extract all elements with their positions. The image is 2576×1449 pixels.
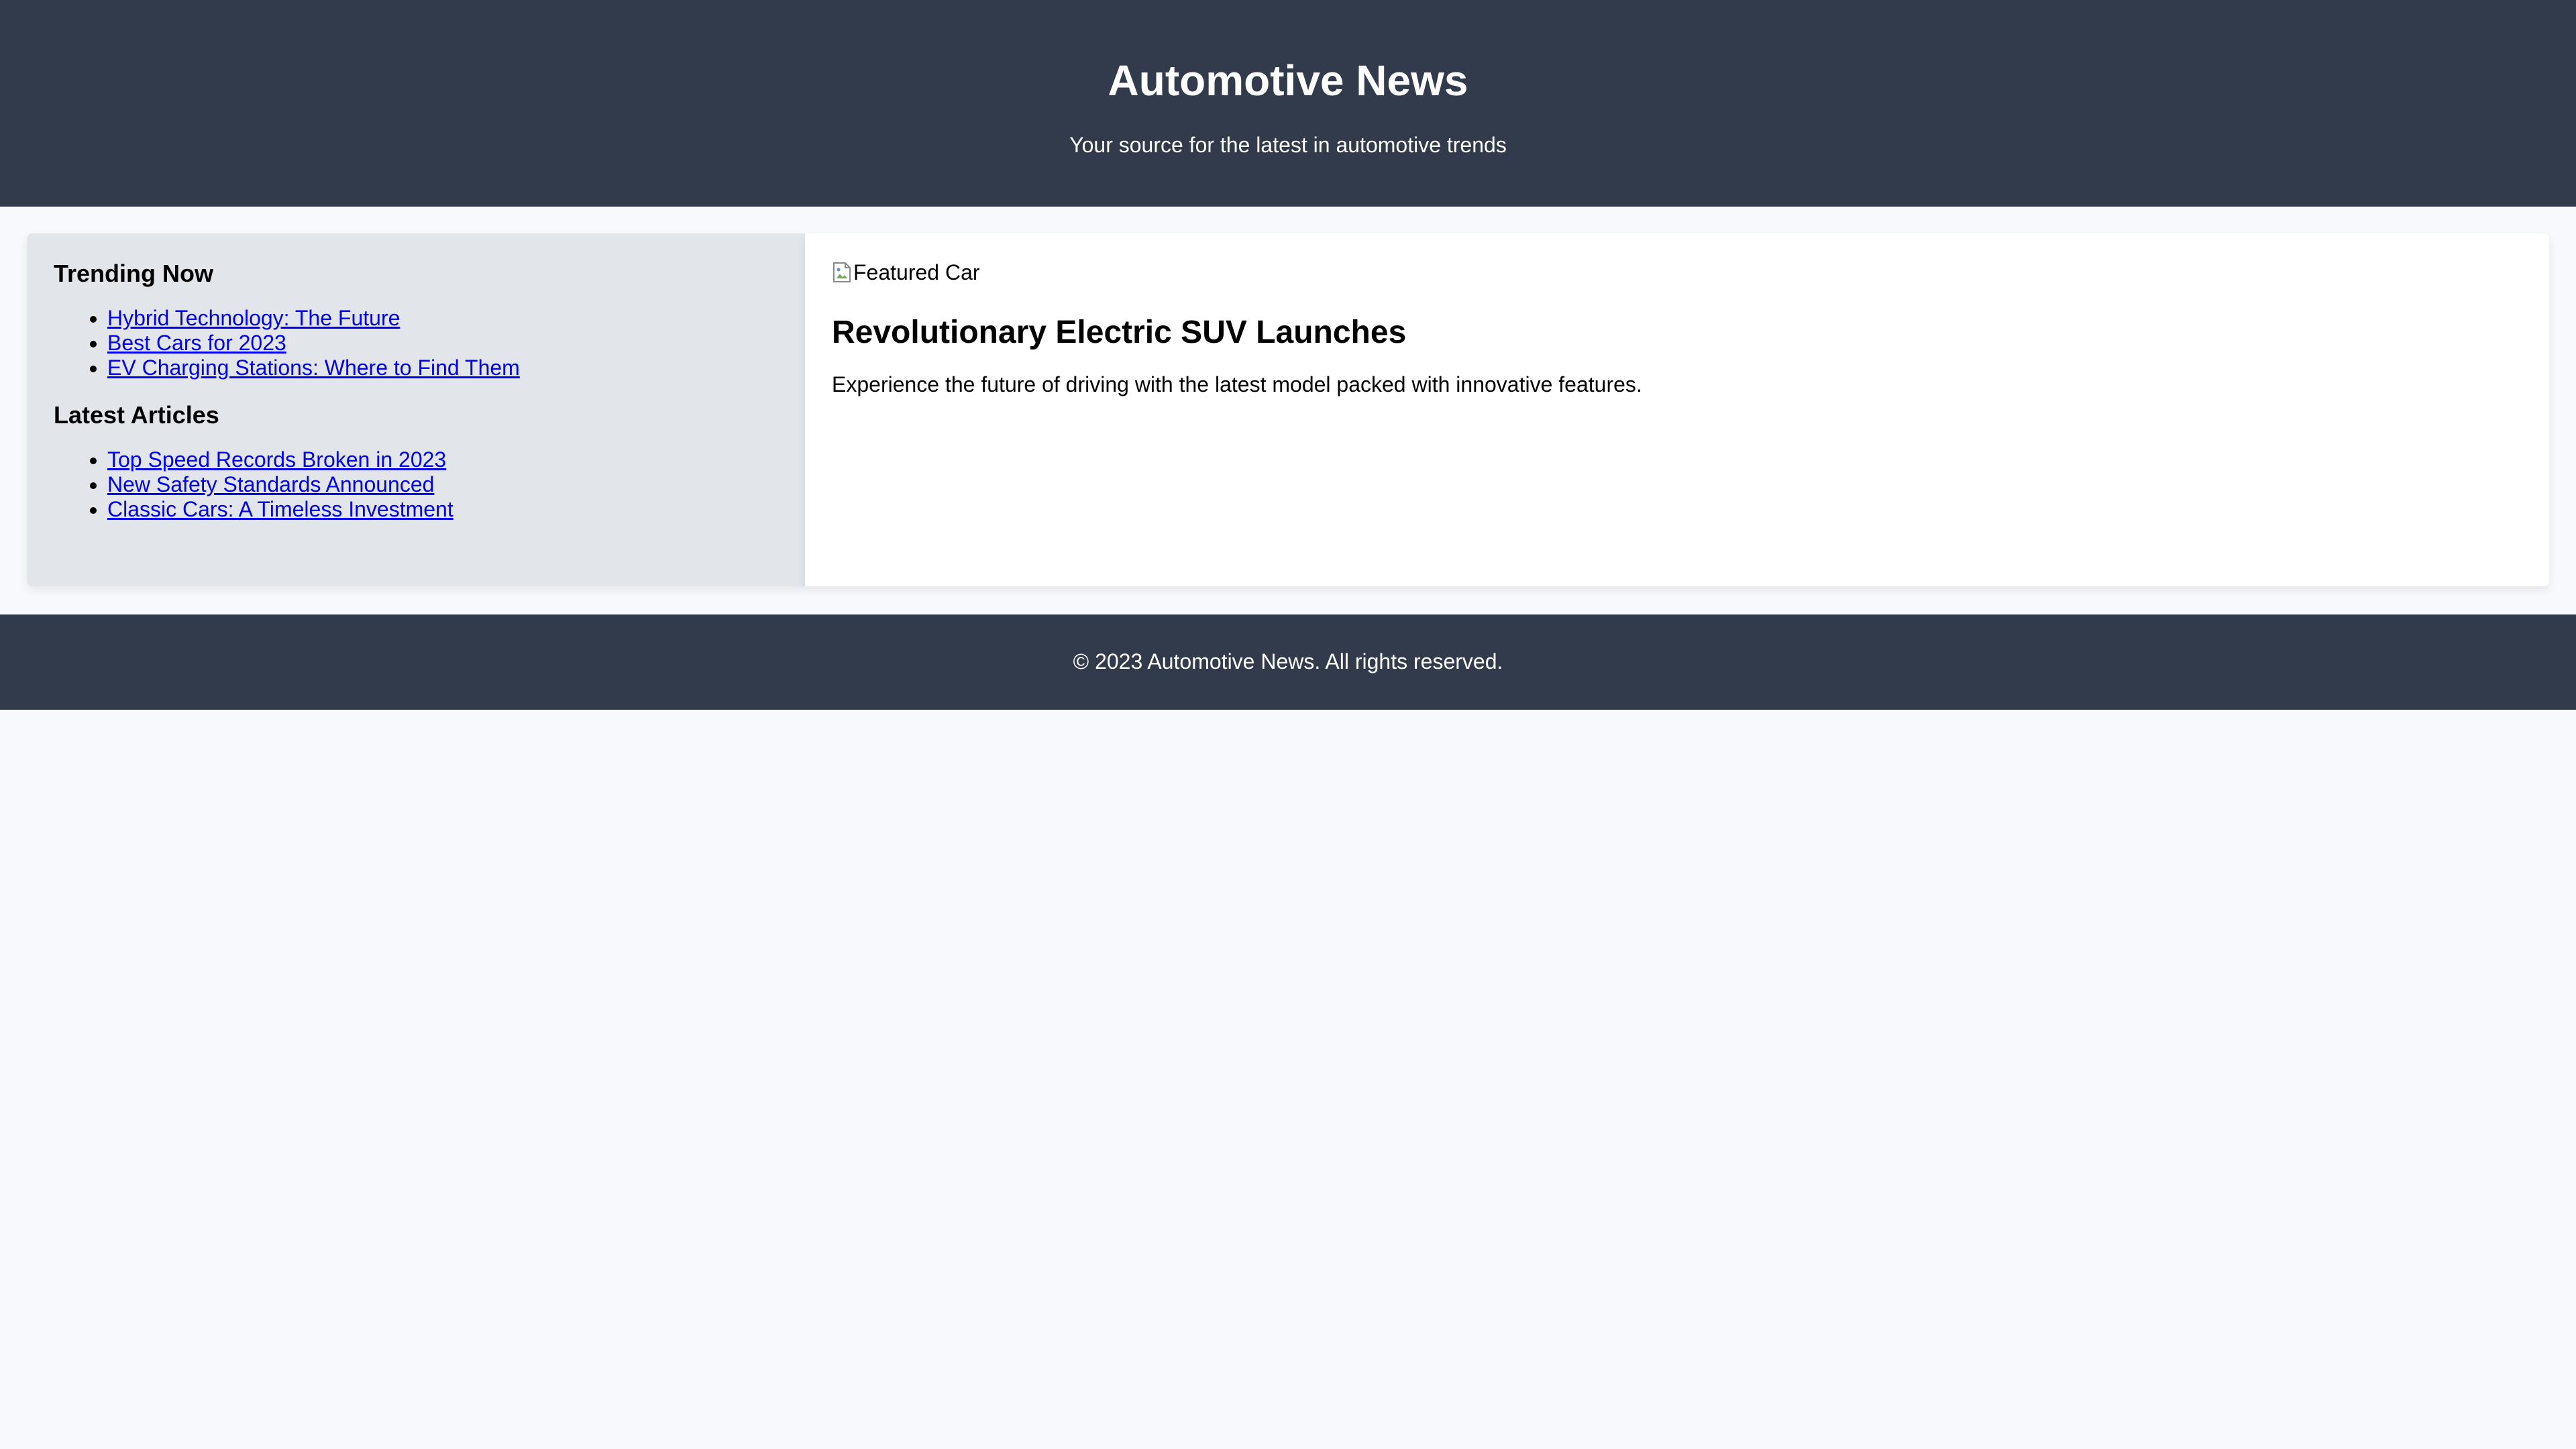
featured-image: Featured Car <box>832 259 2522 286</box>
latest-articles-list: Top Speed Records Broken in 2023 New Saf… <box>54 447 778 522</box>
list-item: EV Charging Stations: Where to Find Them <box>107 356 778 380</box>
featured-article: Featured Car Revolutionary Electric SUV … <box>805 233 2549 586</box>
sidebar: Trending Now Hybrid Technology: The Futu… <box>27 233 805 586</box>
trending-link-hybrid-technology[interactable]: Hybrid Technology: The Future <box>107 306 400 330</box>
latest-link-classic-cars[interactable]: Classic Cars: A Timeless Investment <box>107 497 453 521</box>
trending-heading: Trending Now <box>54 260 213 287</box>
list-item: Classic Cars: A Timeless Investment <box>107 497 778 522</box>
site-title: Automotive News <box>1108 56 1468 105</box>
copyright-text: © 2023 Automotive News. All rights reser… <box>1073 649 1503 674</box>
featured-title: Revolutionary Electric SUV Launches <box>832 315 1407 350</box>
site-tagline: Your source for the latest in automotive… <box>1069 133 1507 157</box>
latest-link-top-speed[interactable]: Top Speed Records Broken in 2023 <box>107 447 446 472</box>
latest-articles-heading: Latest Articles <box>54 401 219 429</box>
trending-link-ev-charging[interactable]: EV Charging Stations: Where to Find Them <box>107 356 520 380</box>
list-item: Top Speed Records Broken in 2023 <box>107 447 778 472</box>
site-header: Automotive News Your source for the late… <box>0 0 2576 207</box>
trending-link-best-cars[interactable]: Best Cars for 2023 <box>107 331 286 355</box>
list-item: Hybrid Technology: The Future <box>107 306 778 331</box>
featured-image-alt-text: Featured Car <box>853 260 980 284</box>
trending-list: Hybrid Technology: The Future Best Cars … <box>54 306 778 380</box>
featured-summary: Experience the future of driving with th… <box>832 372 1642 396</box>
latest-link-safety-standards[interactable]: New Safety Standards Announced <box>107 472 434 496</box>
list-item: New Safety Standards Announced <box>107 472 778 497</box>
broken-image-icon <box>832 261 852 284</box>
list-item: Best Cars for 2023 <box>107 331 778 356</box>
site-footer: © 2023 Automotive News. All rights reser… <box>0 614 2576 710</box>
